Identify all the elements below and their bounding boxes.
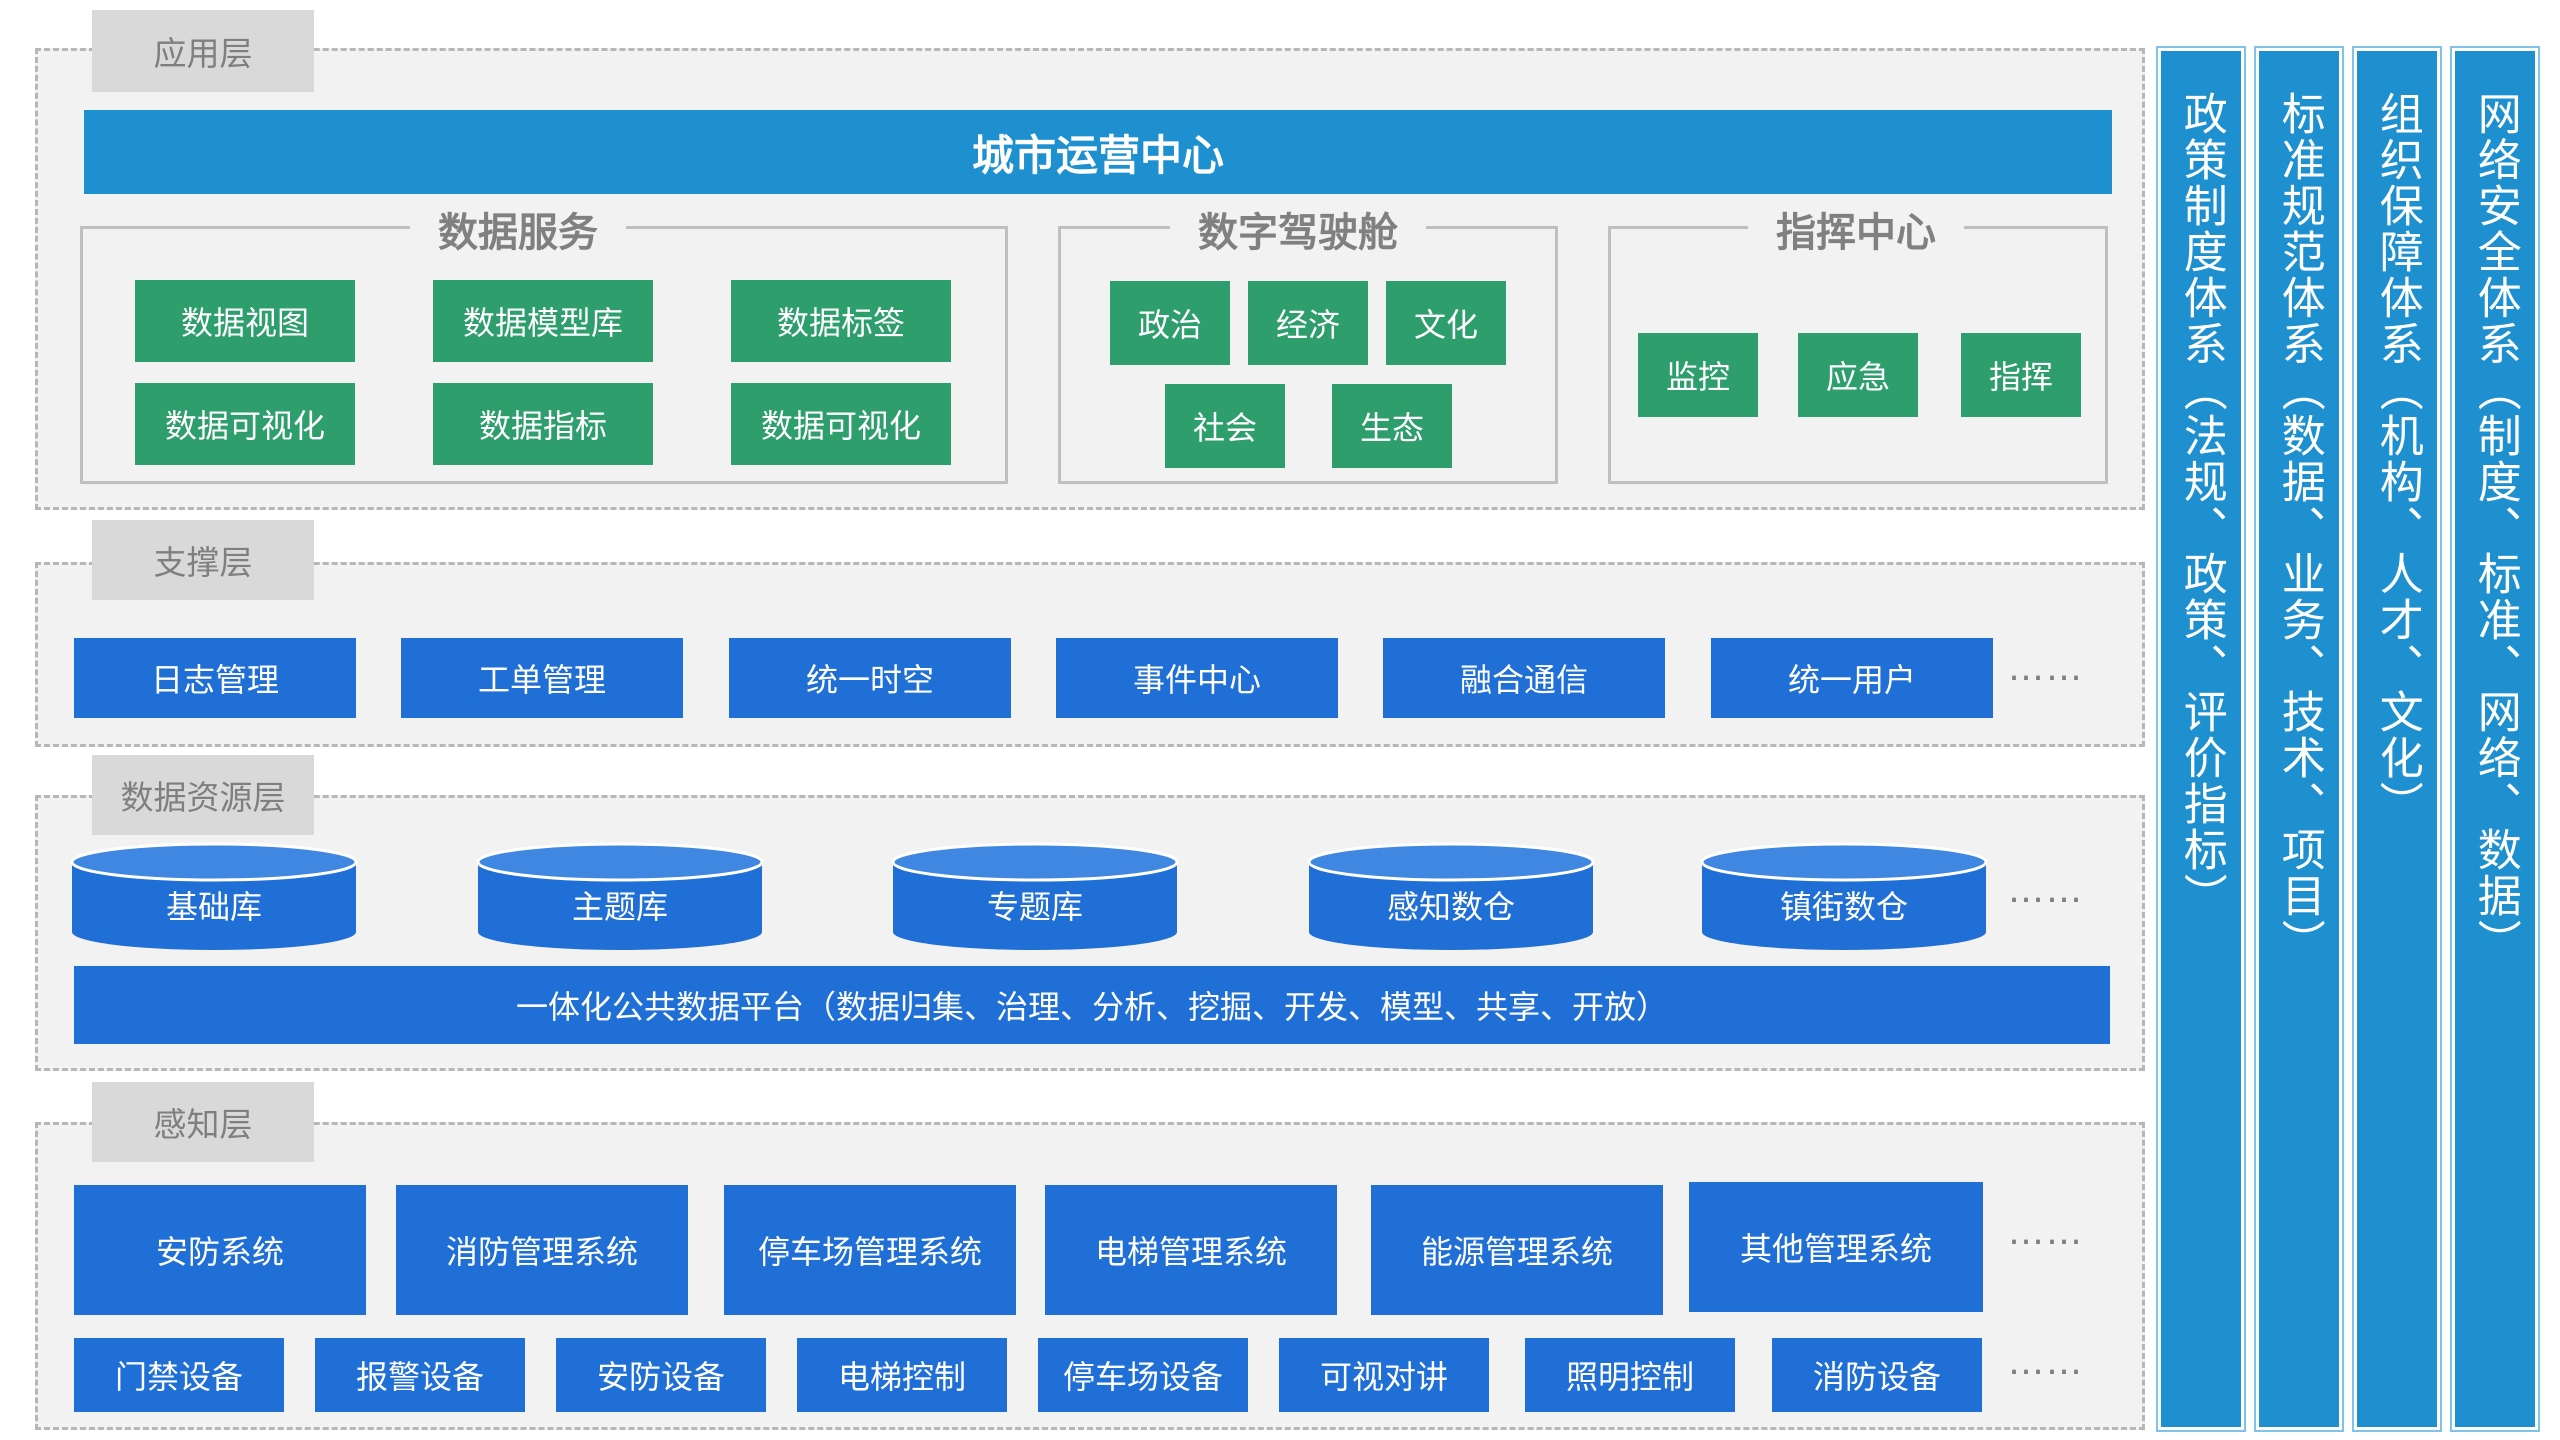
other-management-system-button[interactable]: 其他管理系统	[1689, 1182, 1983, 1312]
lighting-control-button[interactable]: 照明控制	[1525, 1338, 1735, 1412]
fire-management-system-button[interactable]: 消防管理系统	[396, 1185, 688, 1315]
security-device-button[interactable]: 安防设备	[556, 1338, 766, 1412]
parking-device-button[interactable]: 停车场设备	[1038, 1338, 1248, 1412]
video-intercom-button[interactable]: 可视对讲	[1279, 1338, 1489, 1412]
elevator-control-button[interactable]: 电梯控制	[797, 1338, 1007, 1412]
organization-system-pillar[interactable]: 组织保障体系（机构、人才、文化）	[2352, 46, 2442, 1432]
elevator-management-system-button[interactable]: 电梯管理系统	[1045, 1185, 1337, 1315]
db-town-warehouse-label: 镇街数仓	[1779, 888, 1908, 926]
energy-management-system-button[interactable]: 能源管理系统	[1371, 1185, 1663, 1315]
fire-device-button[interactable]: 消防设备	[1772, 1338, 1982, 1412]
devices-more-ellipsis: ……	[2008, 1342, 2084, 1383]
alarm-device-button[interactable]: 报警设备	[315, 1338, 525, 1412]
db-basic-label: 基础库	[165, 888, 262, 926]
policy-system-pillar-label: 政策制度体系（法规、政策、评价指标）	[2175, 91, 2227, 919]
data-resource-more-ellipsis: ……	[2008, 870, 2084, 911]
standards-system-pillar-label: 标准规范体系（数据、业务、技术、项目）	[2273, 91, 2325, 965]
db-perception-warehouse-label: 感知数仓	[1386, 888, 1515, 926]
access-control-device-button[interactable]: 门禁设备	[74, 1338, 284, 1412]
database-cylinders	[70, 842, 1988, 950]
db-theme-label: 主题库	[571, 888, 668, 926]
network-security-pillar[interactable]: 网络安全体系（制度、标准、网络、数据）	[2450, 46, 2540, 1432]
policy-system-pillar[interactable]: 政策制度体系（法规、政策、评价指标）	[2156, 46, 2246, 1432]
network-security-pillar-label: 网络安全体系（制度、标准、网络、数据）	[2469, 91, 2521, 965]
integrated-data-platform-bar[interactable]: 一体化公共数据平台（数据归集、治理、分析、挖掘、开发、模型、共享、开放）	[74, 966, 2110, 1044]
systems-more-ellipsis: ……	[2008, 1212, 2084, 1253]
security-system-button[interactable]: 安防系统	[74, 1185, 366, 1315]
organization-system-pillar-label: 组织保障体系（机构、人才、文化）	[2371, 91, 2423, 827]
db-topic-label: 专题库	[986, 888, 1083, 926]
perception-layer-tag: 感知层	[92, 1082, 314, 1162]
parking-management-system-button[interactable]: 停车场管理系统	[724, 1185, 1016, 1315]
standards-system-pillar[interactable]: 标准规范体系（数据、业务、技术、项目）	[2254, 46, 2344, 1432]
